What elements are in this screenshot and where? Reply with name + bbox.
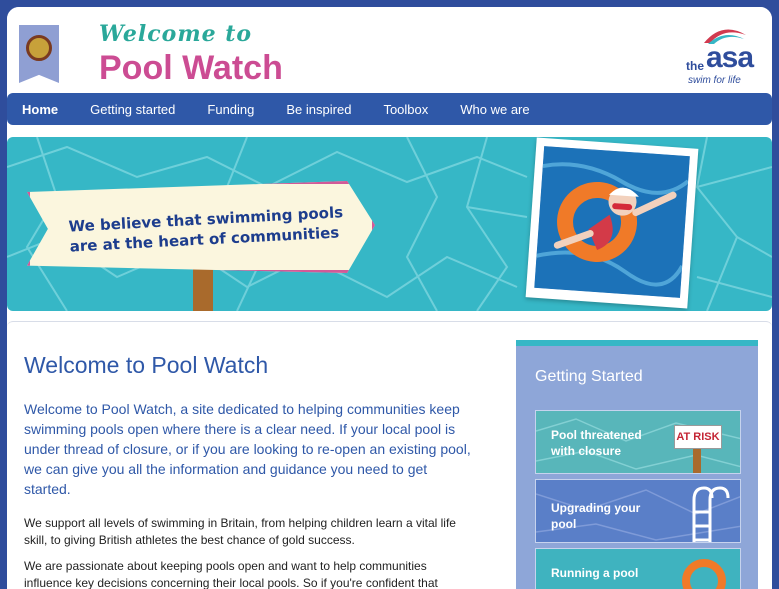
welcome-script-text: Welcome to bbox=[99, 21, 253, 47]
sidebar-title: Getting Started bbox=[535, 368, 643, 385]
swimmer-photo bbox=[525, 137, 699, 309]
nav-item-who-we-are[interactable]: Who we are bbox=[444, 102, 545, 117]
nav-item-be-inspired[interactable]: Be inspired bbox=[270, 102, 367, 117]
sidebar-getting-started: Getting Started Pool threatened with clo… bbox=[516, 340, 758, 589]
page: Welcome to Pool Watch the asa swim for l… bbox=[7, 7, 772, 589]
asa-logo[interactable]: the asa swim for life bbox=[686, 25, 766, 89]
lifebuoy-icon bbox=[682, 559, 726, 589]
nav-item-home[interactable]: Home bbox=[7, 102, 74, 117]
site-title[interactable]: Pool Watch bbox=[99, 49, 283, 88]
asa-logo-tagline: swim for life bbox=[688, 75, 741, 86]
lead-paragraph: Welcome to Pool Watch, a site dedicated … bbox=[24, 401, 471, 497]
nav-item-getting-started[interactable]: Getting started bbox=[74, 102, 191, 117]
nav-item-toolbox[interactable]: Toolbox bbox=[367, 102, 444, 117]
card-running-pool[interactable]: Running a pool bbox=[535, 548, 741, 589]
pool-ladder-icon bbox=[692, 486, 730, 542]
crest-logo[interactable] bbox=[19, 25, 59, 83]
asa-logo-name: asa bbox=[706, 41, 754, 74]
sign-post bbox=[693, 449, 701, 473]
content-area: Welcome to Pool Watch Welcome to Pool Wa… bbox=[7, 321, 772, 589]
card-pool-threatened[interactable]: Pool threatened with closure AT RISK bbox=[535, 410, 741, 474]
main-nav: Home Getting started Funding Be inspired… bbox=[7, 93, 772, 125]
page-title: Welcome to Pool Watch bbox=[24, 352, 269, 378]
sign-post bbox=[193, 265, 213, 311]
site-header: Welcome to Pool Watch the asa swim for l… bbox=[7, 7, 772, 93]
asa-logo-the: the bbox=[686, 59, 704, 73]
crest-emblem-icon bbox=[26, 35, 52, 61]
nav-item-funding[interactable]: Funding bbox=[191, 102, 270, 117]
swimmer-image bbox=[534, 146, 690, 298]
body-paragraph-2: We are passionate about keeping pools op… bbox=[24, 559, 438, 589]
card-upgrading-pool[interactable]: Upgrading your pool bbox=[535, 479, 741, 543]
card-label: Upgrading your pool bbox=[551, 501, 641, 531]
at-risk-sign: AT RISK bbox=[674, 425, 722, 449]
main-column: Welcome to Pool Watch Welcome to Pool Wa… bbox=[24, 352, 476, 589]
hero-banner: We believe that swimming pools are at th… bbox=[7, 137, 772, 311]
card-label: Pool threatened with closure bbox=[551, 428, 642, 458]
body-paragraph-1: We support all levels of swimming in Bri… bbox=[24, 516, 456, 547]
card-label: Running a pool bbox=[551, 566, 639, 580]
swimmer-illustration bbox=[534, 146, 690, 298]
